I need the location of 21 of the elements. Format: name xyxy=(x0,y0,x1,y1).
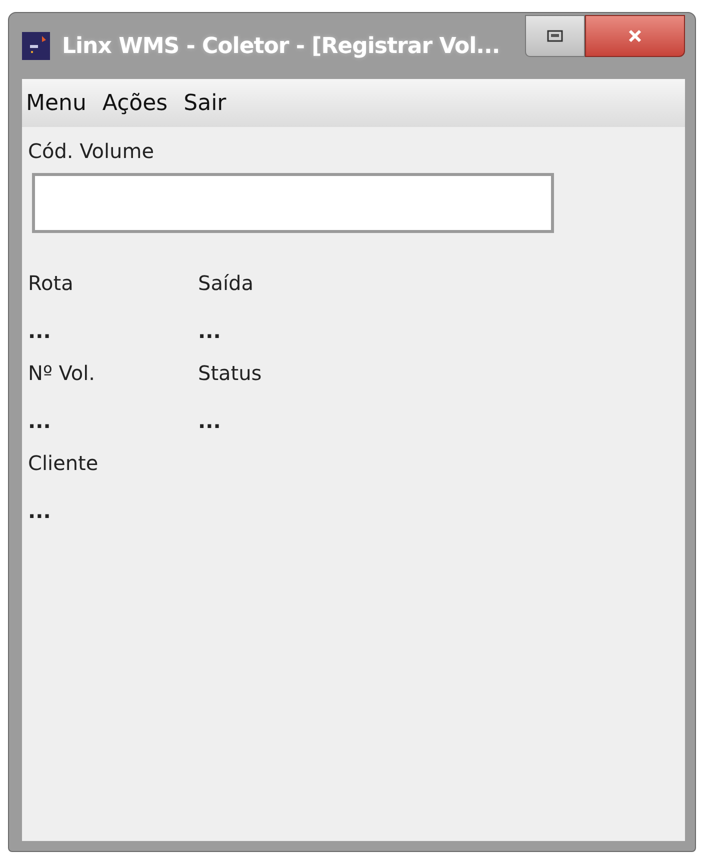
window-title: Linx WMS - Coletor - [Registrar Vol... xyxy=(62,34,500,58)
field-value: ... xyxy=(198,319,222,343)
field-label: Rota xyxy=(28,271,74,295)
app-icon xyxy=(22,32,50,60)
field-value: ... xyxy=(28,409,52,433)
restore-icon xyxy=(547,30,563,42)
field-label: Cliente xyxy=(28,451,100,475)
field-label: Cód. Volume xyxy=(28,139,155,163)
field-label: Nº Vol. xyxy=(28,361,96,385)
input-field[interactable] xyxy=(32,173,554,233)
close-icon xyxy=(627,28,643,44)
field-value: ... xyxy=(198,409,222,433)
menu-item[interactable]: Ações xyxy=(102,90,168,116)
menu-item[interactable]: Menu xyxy=(26,90,86,116)
field-value: ... xyxy=(28,499,52,523)
menu-item[interactable]: Sair xyxy=(184,90,226,116)
field-label: Status xyxy=(198,361,263,385)
field-value: ... xyxy=(28,319,52,343)
close-button[interactable] xyxy=(585,15,685,57)
restore-button[interactable] xyxy=(525,15,585,57)
field-label: Saída xyxy=(198,271,254,295)
